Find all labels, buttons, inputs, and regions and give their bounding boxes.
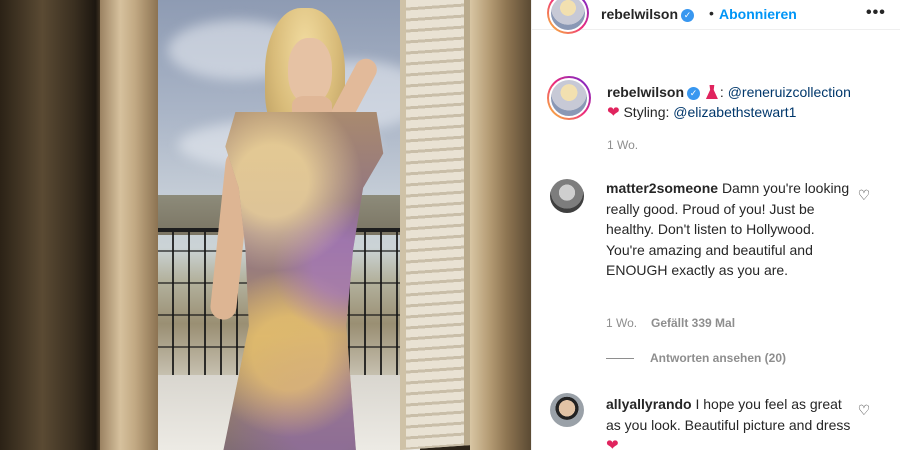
comment-username[interactable]: matter2someone bbox=[606, 180, 718, 196]
comment-avatar[interactable] bbox=[550, 393, 584, 427]
caption-separator: : bbox=[719, 84, 724, 100]
replies-divider bbox=[606, 358, 634, 359]
dress-emoji-icon bbox=[705, 85, 718, 99]
view-replies-button[interactable]: Antworten ansehen (20) bbox=[650, 351, 786, 365]
follow-button[interactable]: Abonnieren bbox=[719, 6, 797, 22]
comment-timestamp[interactable]: 1 Wo. bbox=[606, 316, 637, 330]
door-frame-right bbox=[470, 0, 531, 450]
post-sidebar: rebelwilson ✓ • Abonnieren ••• rebelwilso… bbox=[531, 0, 900, 450]
comment-item: matter2someone Damn you're looking reall… bbox=[606, 178, 851, 281]
post-header: rebelwilson ✓ • Abonnieren ••• bbox=[532, 0, 900, 34]
mention-reneruizcollection[interactable]: @reneruizcollection bbox=[728, 84, 851, 100]
sequin-gown bbox=[222, 112, 384, 450]
red-heart-emoji-icon: ❤ bbox=[606, 437, 619, 450]
styling-label: Styling: bbox=[623, 104, 670, 120]
verified-badge-icon: ✓ bbox=[681, 9, 695, 22]
post-caption: rebelwilson ✓ : @reneruizcollection ❤ Sty… bbox=[607, 82, 892, 122]
post-image[interactable] bbox=[0, 0, 531, 450]
mention-elizabethstewart1[interactable]: @elizabethstewart1 bbox=[673, 104, 796, 120]
author-avatar[interactable] bbox=[547, 0, 589, 34]
window-shutter bbox=[400, 0, 470, 450]
comment-username[interactable]: allyallyrando bbox=[606, 396, 692, 412]
comment-avatar[interactable] bbox=[550, 179, 584, 213]
author-username[interactable]: rebelwilson ✓ bbox=[601, 6, 695, 22]
caption-username[interactable]: rebelwilson bbox=[607, 84, 684, 100]
more-options-icon[interactable]: ••• bbox=[866, 4, 886, 22]
like-comment-heart-icon[interactable]: ♡ bbox=[857, 188, 871, 202]
door-frame-left bbox=[100, 0, 158, 450]
verified-badge-icon: ✓ bbox=[687, 87, 701, 100]
comment-item: allyallyrando I hope you feel as great a… bbox=[606, 394, 851, 450]
separator-dot: • bbox=[709, 5, 714, 21]
woman-in-sequin-dress bbox=[209, 0, 400, 450]
red-heart-emoji-icon: ❤ bbox=[607, 104, 620, 121]
caption-timestamp[interactable]: 1 Wo. bbox=[607, 138, 638, 152]
like-comment-heart-icon[interactable]: ♡ bbox=[857, 403, 871, 417]
caption-avatar[interactable] bbox=[547, 76, 591, 120]
comment-likes[interactable]: Gefällt 339 Mal bbox=[651, 316, 735, 330]
